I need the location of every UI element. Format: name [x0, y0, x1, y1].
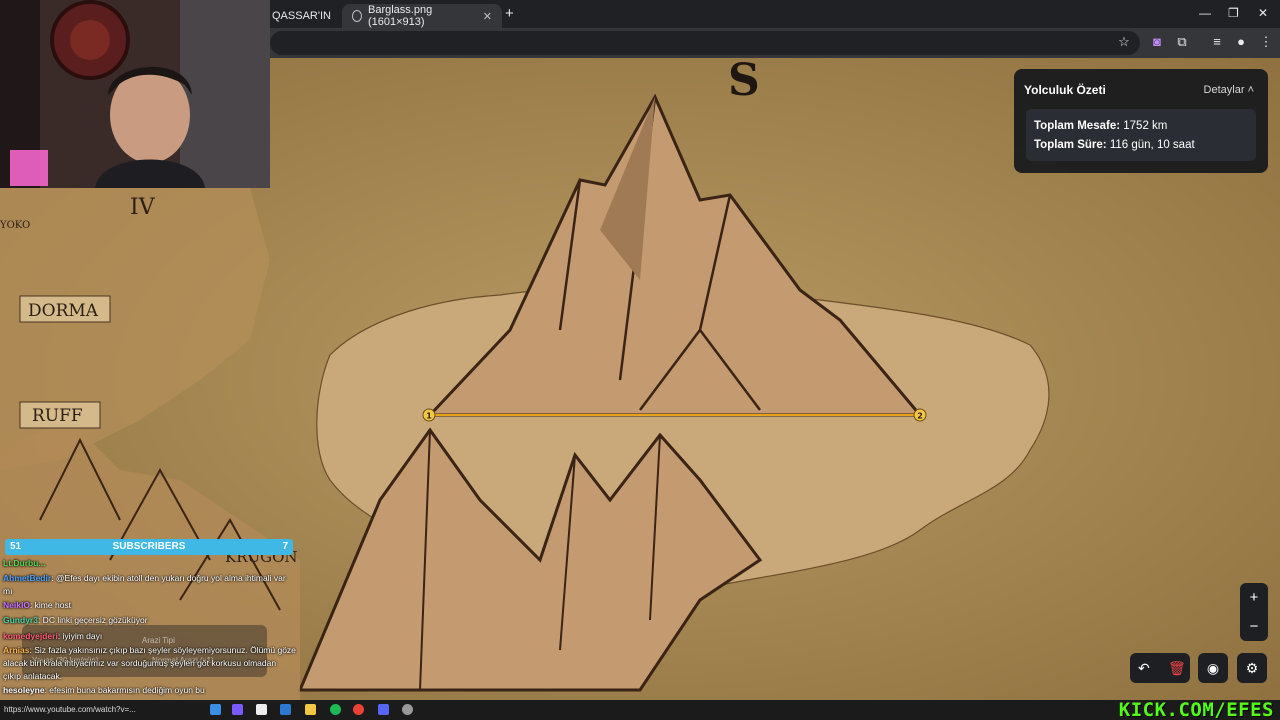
chat-message: Lt.Durbu...	[3, 558, 46, 568]
minimize-button[interactable]: —	[1199, 6, 1211, 20]
subs-label: SUBSCRIBERS	[112, 541, 186, 552]
tab-barglass[interactable]: Barglass.png (1601×913) ✕	[342, 4, 502, 28]
trash-icon[interactable]: 🗑	[1168, 653, 1186, 683]
media-icon[interactable]: ≡	[1210, 35, 1224, 49]
new-tab-button[interactable]: +	[505, 5, 514, 22]
tab-label: QASSAR'IN K	[272, 10, 332, 22]
edit-controls: ↶ 🗑	[1130, 653, 1190, 683]
close-tab-icon[interactable]: ✕	[483, 10, 492, 23]
chat-message: hesoleyne: efesim buna bakarmısın dediği…	[3, 685, 205, 695]
status-url: https://www.youtube.com/watch?v=...	[4, 705, 136, 714]
stream-chat: Lt.Durbu... AhmetBedir: @Efes dayı ekibi…	[0, 556, 300, 700]
chat-message: NeikIO: kime host	[3, 599, 72, 610]
map-label-yoko: YOKO	[0, 220, 30, 231]
duration-label: Toplam Süre:	[1034, 139, 1107, 151]
summary-body: Toplam Mesafe: 1752 km Toplam Süre: 116 …	[1026, 109, 1256, 161]
globe-icon	[352, 10, 362, 22]
undo-icon[interactable]: ↶	[1138, 653, 1150, 683]
kick-watermark: KICK.COM/EFES	[1118, 699, 1274, 720]
chat-message: Arnias: Siz fazla yakınsınız çıkıp bazı …	[3, 645, 296, 681]
settings-button[interactable]: ⚙	[1237, 653, 1267, 683]
store-icon[interactable]	[256, 704, 267, 715]
gear-icon: ⚙	[1245, 660, 1259, 676]
edge-icon[interactable]	[210, 704, 221, 715]
summary-title: Yolculuk Özeti	[1024, 83, 1106, 97]
bookmark-star-icon[interactable]: ☆	[1117, 35, 1131, 49]
eye-icon: ◉	[1206, 660, 1220, 676]
visibility-toggle[interactable]: ◉	[1198, 653, 1228, 683]
route-point-2-label: 2	[917, 412, 923, 421]
maximize-button[interactable]: ❐	[1228, 6, 1239, 20]
menu-kebab-icon[interactable]: ⋮	[1259, 35, 1273, 49]
webcam-overlay	[0, 0, 270, 188]
extension-icon[interactable]: ◙	[1150, 35, 1164, 49]
address-bar[interactable]	[270, 31, 1140, 55]
profile-icon[interactable]: ●	[1234, 35, 1248, 49]
screen: { "browser": { "tabs": [ {"label": "QASS…	[0, 0, 1280, 720]
route-point-1-label: 1	[426, 412, 432, 421]
map-label-ruff: RUFF	[32, 406, 83, 426]
outlook-icon[interactable]	[280, 704, 291, 715]
chat-message: komedyejderi: iyiyim dayı	[3, 630, 103, 641]
chevron-up-icon: ˄	[1247, 84, 1254, 96]
distance-label: Toplam Mesafe:	[1034, 120, 1121, 132]
chat-message: AhmetBedir: @Efes dayı ekibin atoll den …	[3, 572, 286, 596]
obs-icon[interactable]	[402, 704, 413, 715]
spotify-icon[interactable]	[330, 704, 341, 715]
map-label-s: S	[728, 58, 760, 106]
tab-qassar[interactable]: QASSAR'IN K	[262, 4, 342, 28]
subs-right: 7	[282, 541, 288, 552]
trip-summary-panel: Yolculuk Özeti Detaylar ˄ Toplam Mesafe:…	[1014, 69, 1268, 173]
map-label-iv: IV	[130, 195, 156, 220]
distance-value: 1752 km	[1123, 120, 1168, 132]
chrome-icon[interactable]	[353, 704, 364, 715]
details-toggle[interactable]: Detaylar ˄	[1204, 84, 1254, 96]
close-window-button[interactable]: ✕	[1258, 6, 1268, 20]
duration-value: 116 gün, 10 saat	[1109, 139, 1195, 151]
zoom-out-button[interactable]: −	[1240, 612, 1268, 641]
app-icon[interactable]	[232, 704, 243, 715]
zoom-controls: + −	[1240, 583, 1268, 641]
webcam-feed	[0, 0, 270, 188]
map-label-dorma: DORMA	[28, 301, 99, 321]
tab-label: Barglass.png (1601×913)	[367, 4, 433, 28]
windows-taskbar	[0, 700, 1280, 720]
subscribers-bar: 51 SUBSCRIBERS 7	[5, 539, 293, 555]
folder-icon[interactable]	[305, 704, 316, 715]
discord-icon[interactable]	[378, 704, 389, 715]
zoom-in-button[interactable]: +	[1240, 583, 1268, 612]
puzzle-icon[interactable]: ⧉	[1175, 35, 1189, 49]
chat-message: Gundyr3: DC linki geçersiz gözüküyor	[3, 615, 148, 625]
